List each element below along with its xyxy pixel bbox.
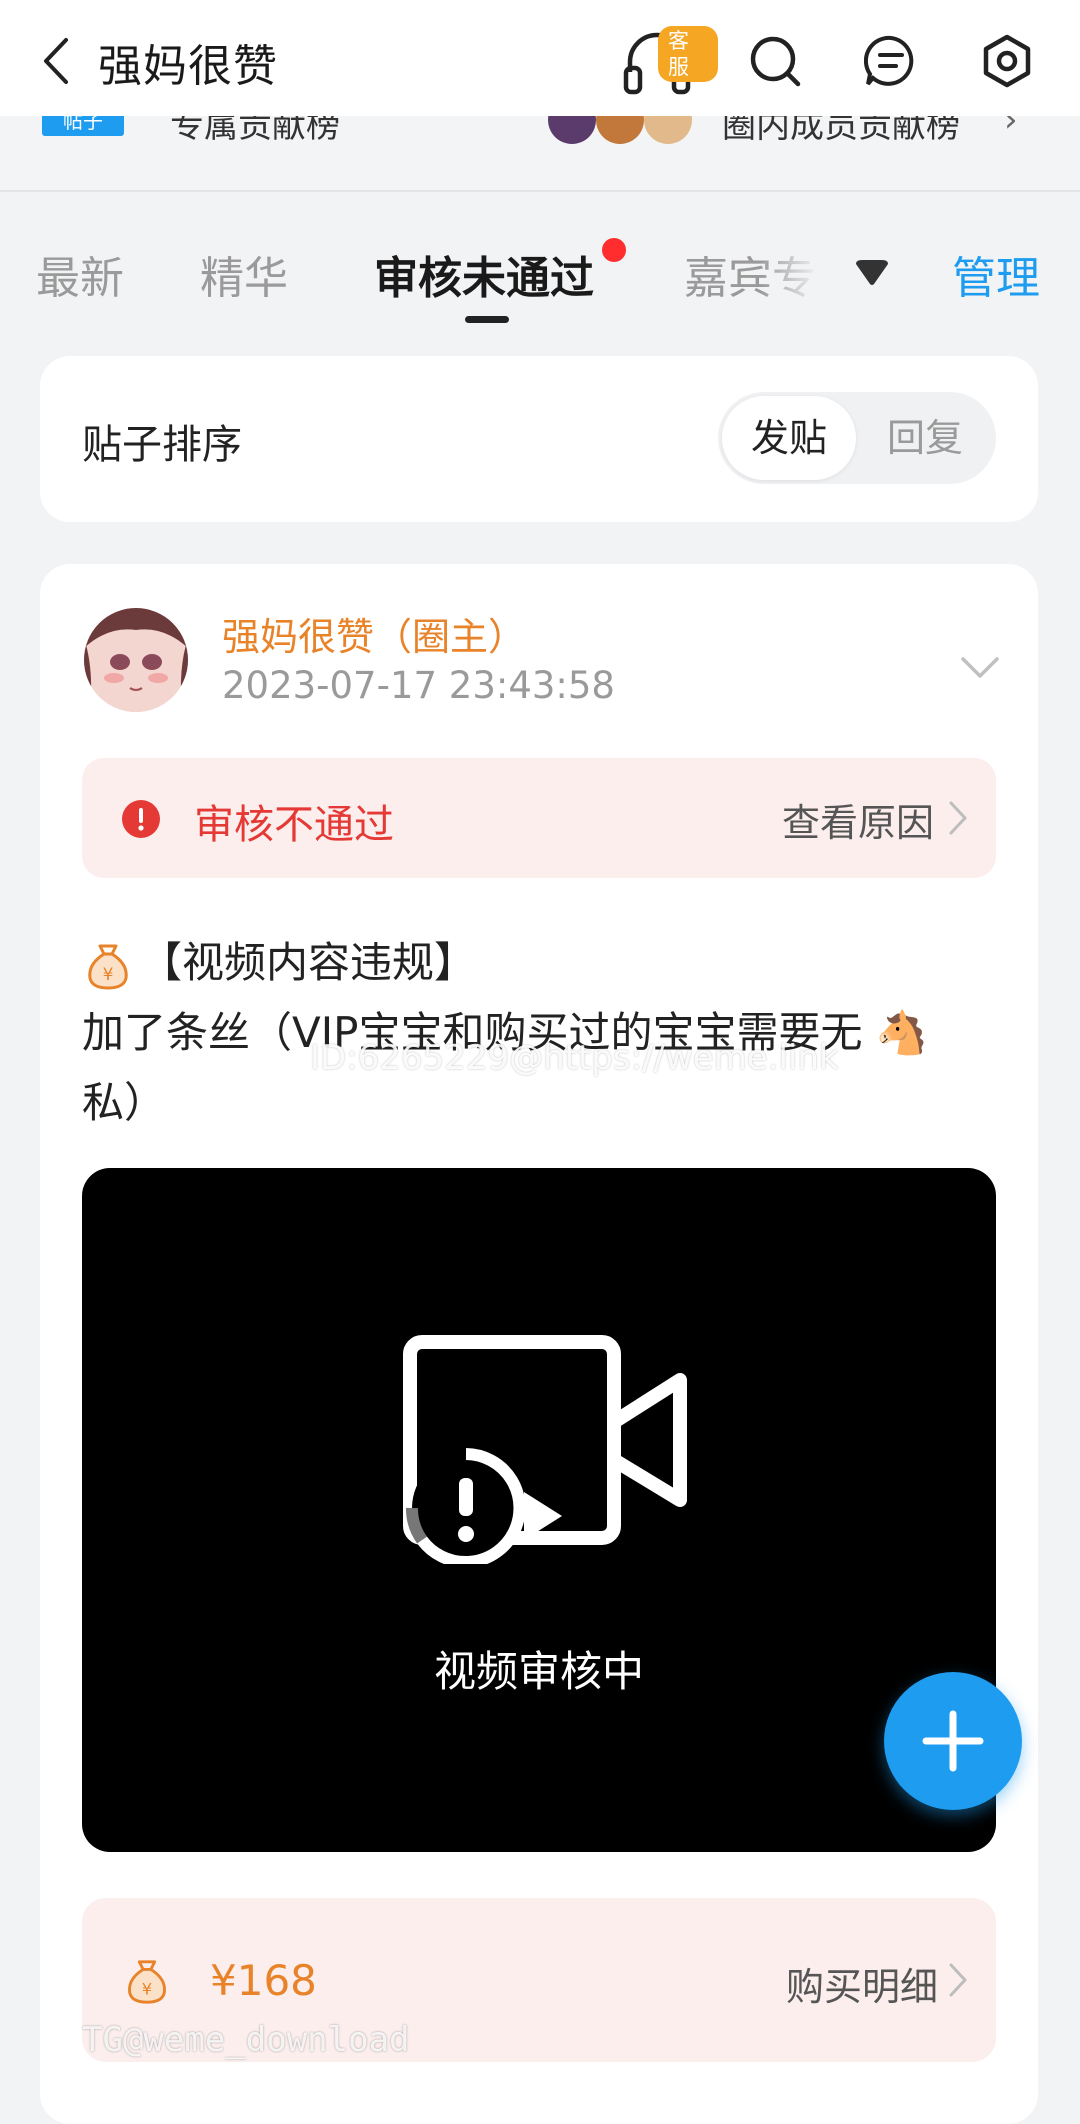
post-title: 【视频内容违规】 <box>140 938 477 987</box>
message-icon[interactable] <box>864 34 918 88</box>
tab-bar: 最新 精华 审核未通过 嘉宾专 <box>0 190 1080 340</box>
top-navigation-bar: 强妈很赞 客服 <box>0 0 1080 116</box>
contribution-strip: 帖子 专属贡献榜 圈内成员贡献榜 › <box>0 116 1080 192</box>
tab-dropdown-icon[interactable] <box>854 258 890 288</box>
active-tab-indicator <box>465 316 509 323</box>
view-reason-link[interactable]: 查看原因 <box>782 792 934 847</box>
error-icon <box>122 800 160 838</box>
watermark-text: ID:6265229@https://weme.link <box>310 1038 839 1078</box>
customer-service-button[interactable]: 客服 <box>622 26 718 98</box>
customer-service-badge: 客服 <box>658 26 718 82</box>
money-bag-icon: ¥ <box>88 944 128 990</box>
avatar[interactable] <box>84 608 188 712</box>
video-player[interactable]: 视频审核中 <box>82 1168 996 1852</box>
chevron-right-icon: › <box>1004 116 1018 140</box>
svg-text:¥: ¥ <box>103 965 114 985</box>
notification-dot <box>602 238 626 262</box>
video-status-text: 视频审核中 <box>433 1647 644 1696</box>
create-post-button[interactable] <box>884 1672 1022 1810</box>
tab-review-failed[interactable]: 审核未通过 <box>374 242 594 306</box>
tab-fade <box>760 230 820 310</box>
svg-text:¥: ¥ <box>142 1979 152 1998</box>
post-content[interactable]: ¥ 【视频内容违规】 加了条丝（VIP宝宝和购买过的宝宝需要无 🐴 私） <box>82 928 1002 1138</box>
tab-featured[interactable]: 精华 <box>200 242 288 306</box>
strip-badge: 帖子 <box>42 116 124 136</box>
price-value: ¥168 <box>210 1956 317 2005</box>
search-icon[interactable] <box>748 34 802 88</box>
sort-card: 贴子排序 发贴 回复 <box>40 356 1038 522</box>
video-reviewing-icon <box>403 1335 687 1564</box>
chevron-down-icon[interactable] <box>960 656 1000 680</box>
review-status-bar[interactable]: 审核不通过 查看原因 <box>82 758 996 878</box>
contributor-avatar <box>548 116 596 144</box>
manage-button[interactable]: 管理 <box>952 242 1040 306</box>
sort-option-reply[interactable]: 回复 <box>858 396 992 480</box>
purchase-details-link[interactable]: 购买明细 <box>786 1956 938 2011</box>
sort-option-post[interactable]: 发贴 <box>722 396 856 480</box>
review-status-text: 审核不通过 <box>194 802 394 848</box>
post-card: 强妈很赞（圈主） 2023-07-17 23:43:58 审核不通过 查看原因 … <box>40 564 1038 2124</box>
contributor-avatar <box>596 116 644 144</box>
chevron-right-icon <box>949 801 967 835</box>
exclusive-contribution-link[interactable]: 专属贡献榜 <box>170 116 340 147</box>
settings-icon[interactable] <box>980 34 1034 88</box>
chevron-right-icon <box>949 1963 967 1997</box>
contributor-avatar <box>644 116 692 144</box>
page-title: 强妈很赞 <box>98 41 278 92</box>
footer-watermark: TG@weme_download <box>82 2020 410 2060</box>
sort-toggle: 发贴 回复 <box>718 392 996 484</box>
money-bag-icon: ¥ <box>128 1960 166 2004</box>
tab-latest[interactable]: 最新 <box>36 242 124 306</box>
back-icon[interactable] <box>36 34 76 88</box>
member-contribution-link[interactable]: 圈内成员贡献榜 <box>722 116 960 147</box>
sort-label: 贴子排序 <box>82 422 242 468</box>
post-timestamp: 2023-07-17 23:43:58 <box>222 664 615 707</box>
plus-icon <box>922 1710 984 1772</box>
author-name[interactable]: 强妈很赞（圈主） <box>222 606 526 661</box>
